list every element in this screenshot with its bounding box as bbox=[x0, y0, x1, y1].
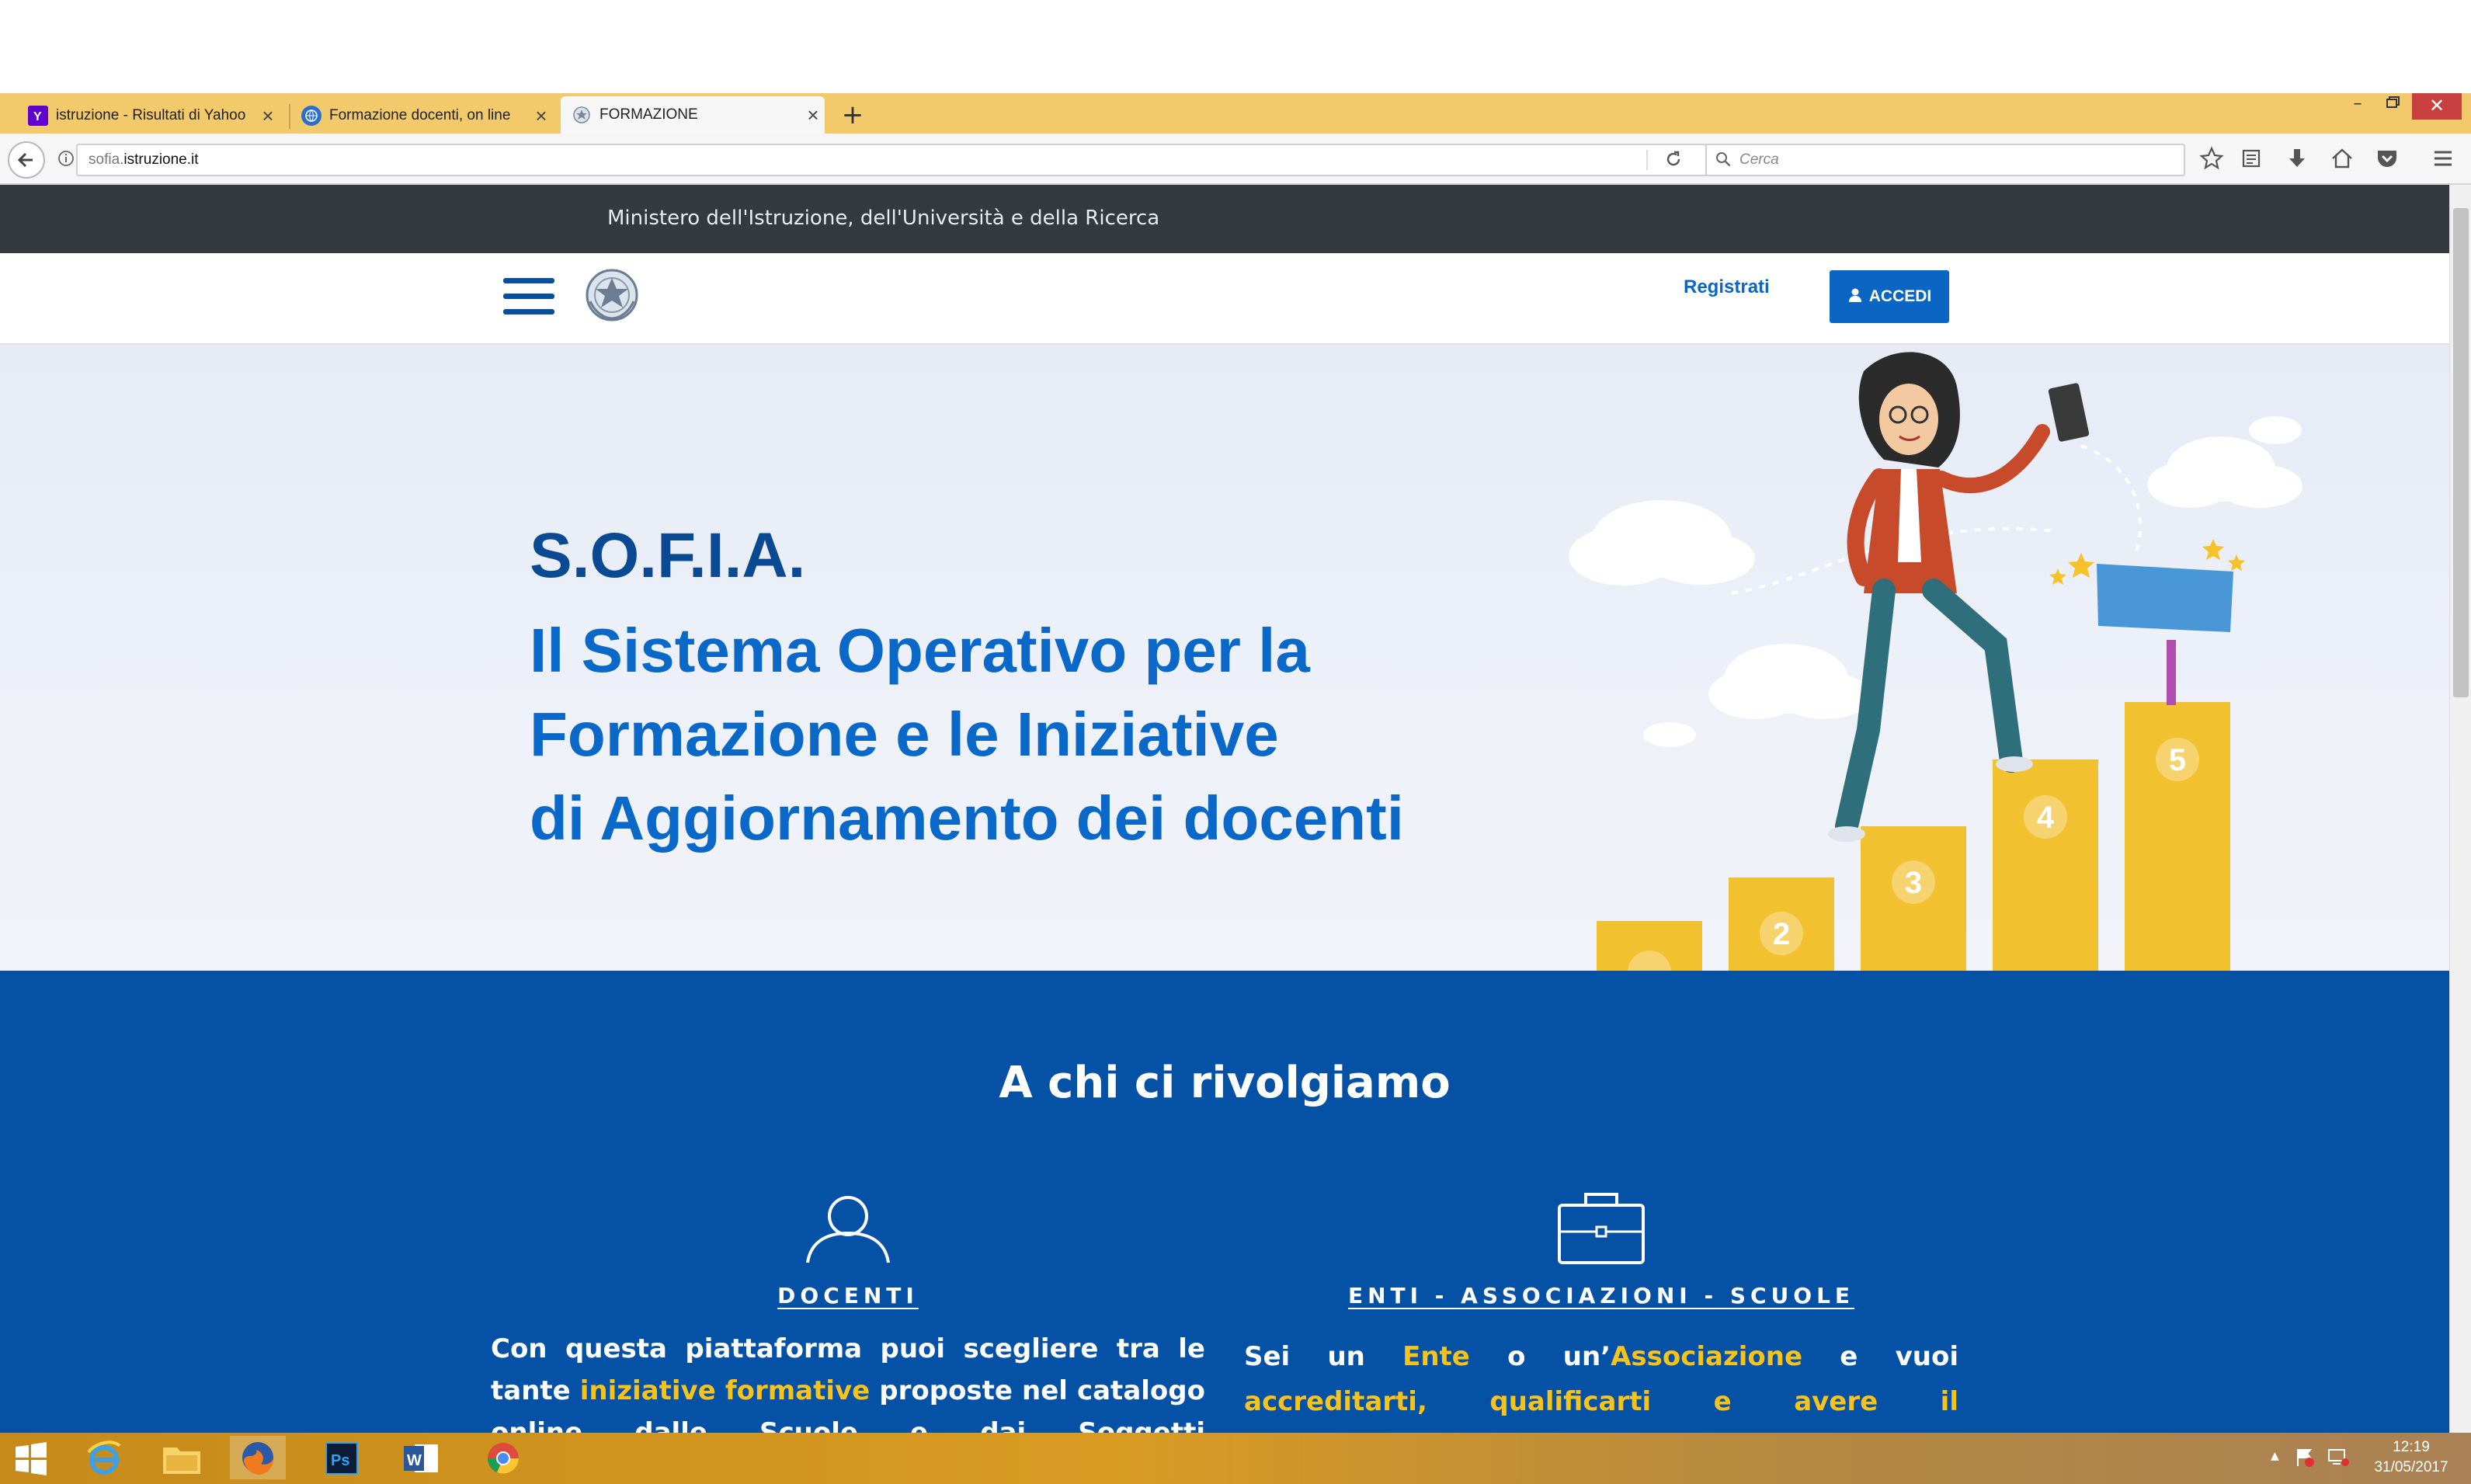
cloud-icon bbox=[1569, 500, 1755, 586]
step-number: 2 bbox=[1773, 917, 1790, 951]
reading-list-icon[interactable] bbox=[2240, 146, 2264, 174]
hero-subtitle: Il Sistema Operativo per la Formazione e… bbox=[530, 609, 1404, 860]
close-tab-icon[interactable]: × bbox=[801, 103, 825, 127]
svg-text:Y: Y bbox=[33, 110, 42, 123]
page-scrollbar[interactable] bbox=[2449, 185, 2471, 1433]
photoshop-icon[interactable]: Ps bbox=[320, 1439, 363, 1478]
tray-expand-icon[interactable]: ▲ bbox=[2271, 1450, 2279, 1462]
windows-start-icon[interactable] bbox=[9, 1439, 53, 1478]
windows-taskbar: Ps W ▲ 12:19 31/05/2017 bbox=[0, 1433, 2471, 1484]
back-icon[interactable] bbox=[8, 141, 45, 179]
minimize-icon[interactable]: – bbox=[2342, 93, 2373, 121]
emblem-icon bbox=[572, 105, 592, 125]
info-icon[interactable] bbox=[57, 150, 78, 170]
briefcase-icon bbox=[1556, 1188, 1646, 1269]
hero-subtitle-line: di Aggiornamento dei docenti bbox=[530, 784, 1404, 853]
action-center-flag-icon[interactable] bbox=[2294, 1447, 2316, 1472]
step-number: 5 bbox=[2169, 743, 2186, 777]
card-docenti-text: Con questa piattaforma puoi scegliere tr… bbox=[491, 1333, 1205, 1433]
hero-illustration: 2 3 4 5 bbox=[1569, 352, 2302, 971]
url-bar[interactable]: sofia.istruzione.it bbox=[58, 144, 1744, 176]
file-explorer-icon[interactable] bbox=[160, 1439, 203, 1478]
bookmark-star-icon[interactable] bbox=[2199, 146, 2224, 174]
search-input[interactable]: Cerca bbox=[1705, 144, 2185, 176]
card-enti-label[interactable]: ENTI - ASSOCIAZIONI - SCUOLE bbox=[1244, 1283, 1958, 1308]
download-icon[interactable] bbox=[2285, 146, 2309, 174]
person-icon bbox=[801, 1188, 895, 1269]
hero-subtitle-line: Formazione e le Iniziative bbox=[530, 700, 1279, 769]
browser-nav-bar: sofia.istruzione.it Cerca bbox=[0, 134, 2471, 185]
highlight-link[interactable]: Associazione bbox=[1611, 1341, 1802, 1372]
new-tab-plus-icon[interactable]: + bbox=[839, 99, 867, 130]
section-heading: A chi ci rivolgiamo bbox=[999, 1058, 1451, 1108]
login-label: ACCEDI bbox=[1868, 287, 1932, 305]
reload-icon[interactable] bbox=[1663, 149, 1687, 171]
url-text: sofia.istruzione.it bbox=[89, 151, 199, 168]
highlight-link[interactable]: accreditarti, qualificarti e avere il ri… bbox=[1244, 1386, 1958, 1433]
site-header: Registrati ACCEDI bbox=[0, 253, 2449, 345]
home-icon[interactable] bbox=[2330, 146, 2355, 174]
ministry-name[interactable]: Ministero dell'Istruzione, dell'Universi… bbox=[607, 207, 1159, 230]
close-tab-icon[interactable]: × bbox=[530, 104, 553, 128]
card-enti-text: Sei un Ente o un’Associazione e vuoi acc… bbox=[1244, 1334, 1958, 1433]
hero-title: S.O.F.I.A. bbox=[530, 520, 806, 591]
tab-formazione-docenti[interactable]: Formazione docenti, on line × bbox=[290, 98, 553, 134]
svg-text:W: W bbox=[407, 1452, 422, 1469]
internet-explorer-icon[interactable] bbox=[82, 1439, 126, 1478]
search-icon bbox=[1715, 151, 1732, 171]
cloud-icon bbox=[2147, 436, 2302, 508]
tab-formazione-active[interactable]: FORMAZIONE × bbox=[561, 96, 825, 134]
word-icon[interactable]: W bbox=[399, 1439, 443, 1478]
step-number: 4 bbox=[2037, 801, 2055, 835]
highlight-link[interactable]: iniziative formative bbox=[580, 1375, 870, 1406]
user-icon bbox=[1847, 287, 1863, 306]
pocket-icon[interactable] bbox=[2375, 146, 2400, 174]
chrome-icon[interactable] bbox=[481, 1439, 525, 1478]
tab-title: FORMAZIONE bbox=[600, 106, 698, 123]
republic-emblem-icon[interactable] bbox=[582, 264, 641, 329]
close-window-icon[interactable]: ✕ bbox=[2412, 93, 2462, 120]
clock-time: 12:19 bbox=[2393, 1439, 2430, 1455]
hero-subtitle-line: Il Sistema Operativo per la bbox=[530, 616, 1310, 685]
browser-tab-bar: Y istruzione - Risultati di Yahoo × Form… bbox=[0, 93, 2471, 134]
register-link[interactable]: Registrati bbox=[1684, 276, 1770, 298]
yahoo-icon: Y bbox=[28, 106, 48, 126]
close-tab-icon[interactable]: × bbox=[256, 104, 280, 128]
tab-title: istruzione - Risultati di Yahoo bbox=[56, 107, 246, 123]
steps-chart-icon bbox=[1597, 702, 2230, 971]
network-icon[interactable] bbox=[2327, 1447, 2350, 1472]
target-audience-section: A chi ci rivolgiamo DOCENTI Con questa p… bbox=[0, 971, 2449, 1433]
globe-icon bbox=[301, 106, 321, 126]
hero-banner: S.O.F.I.A. Il Sistema Operativo per la F… bbox=[0, 345, 2449, 971]
search-placeholder: Cerca bbox=[1739, 151, 1779, 168]
scrollbar-thumb[interactable] bbox=[2453, 208, 2469, 697]
cloud-icon bbox=[1643, 722, 1696, 747]
card-docenti-label[interactable]: DOCENTI bbox=[491, 1283, 1205, 1308]
tab-title: Formazione docenti, on line bbox=[329, 107, 511, 123]
restore-icon[interactable] bbox=[2376, 93, 2407, 121]
ministry-bar: Ministero dell'Istruzione, dell'Universi… bbox=[0, 185, 2449, 253]
hamburger-menu-icon[interactable] bbox=[502, 275, 556, 321]
login-button[interactable]: ACCEDI bbox=[1830, 270, 1949, 323]
highlight-link[interactable]: Ente bbox=[1402, 1341, 1470, 1372]
cloud-icon bbox=[2249, 416, 2302, 444]
step-number: 3 bbox=[1905, 866, 1922, 900]
svg-text:Ps: Ps bbox=[331, 1452, 349, 1469]
cloud-icon bbox=[1708, 644, 1871, 719]
menu-icon[interactable] bbox=[2431, 146, 2455, 174]
tab-yahoo[interactable]: Y istruzione - Risultati di Yahoo × bbox=[17, 98, 280, 134]
firefox-icon[interactable] bbox=[230, 1436, 286, 1479]
clock-date: 31/05/2017 bbox=[2374, 1459, 2448, 1475]
system-clock[interactable]: 12:19 31/05/2017 bbox=[2361, 1437, 2462, 1478]
